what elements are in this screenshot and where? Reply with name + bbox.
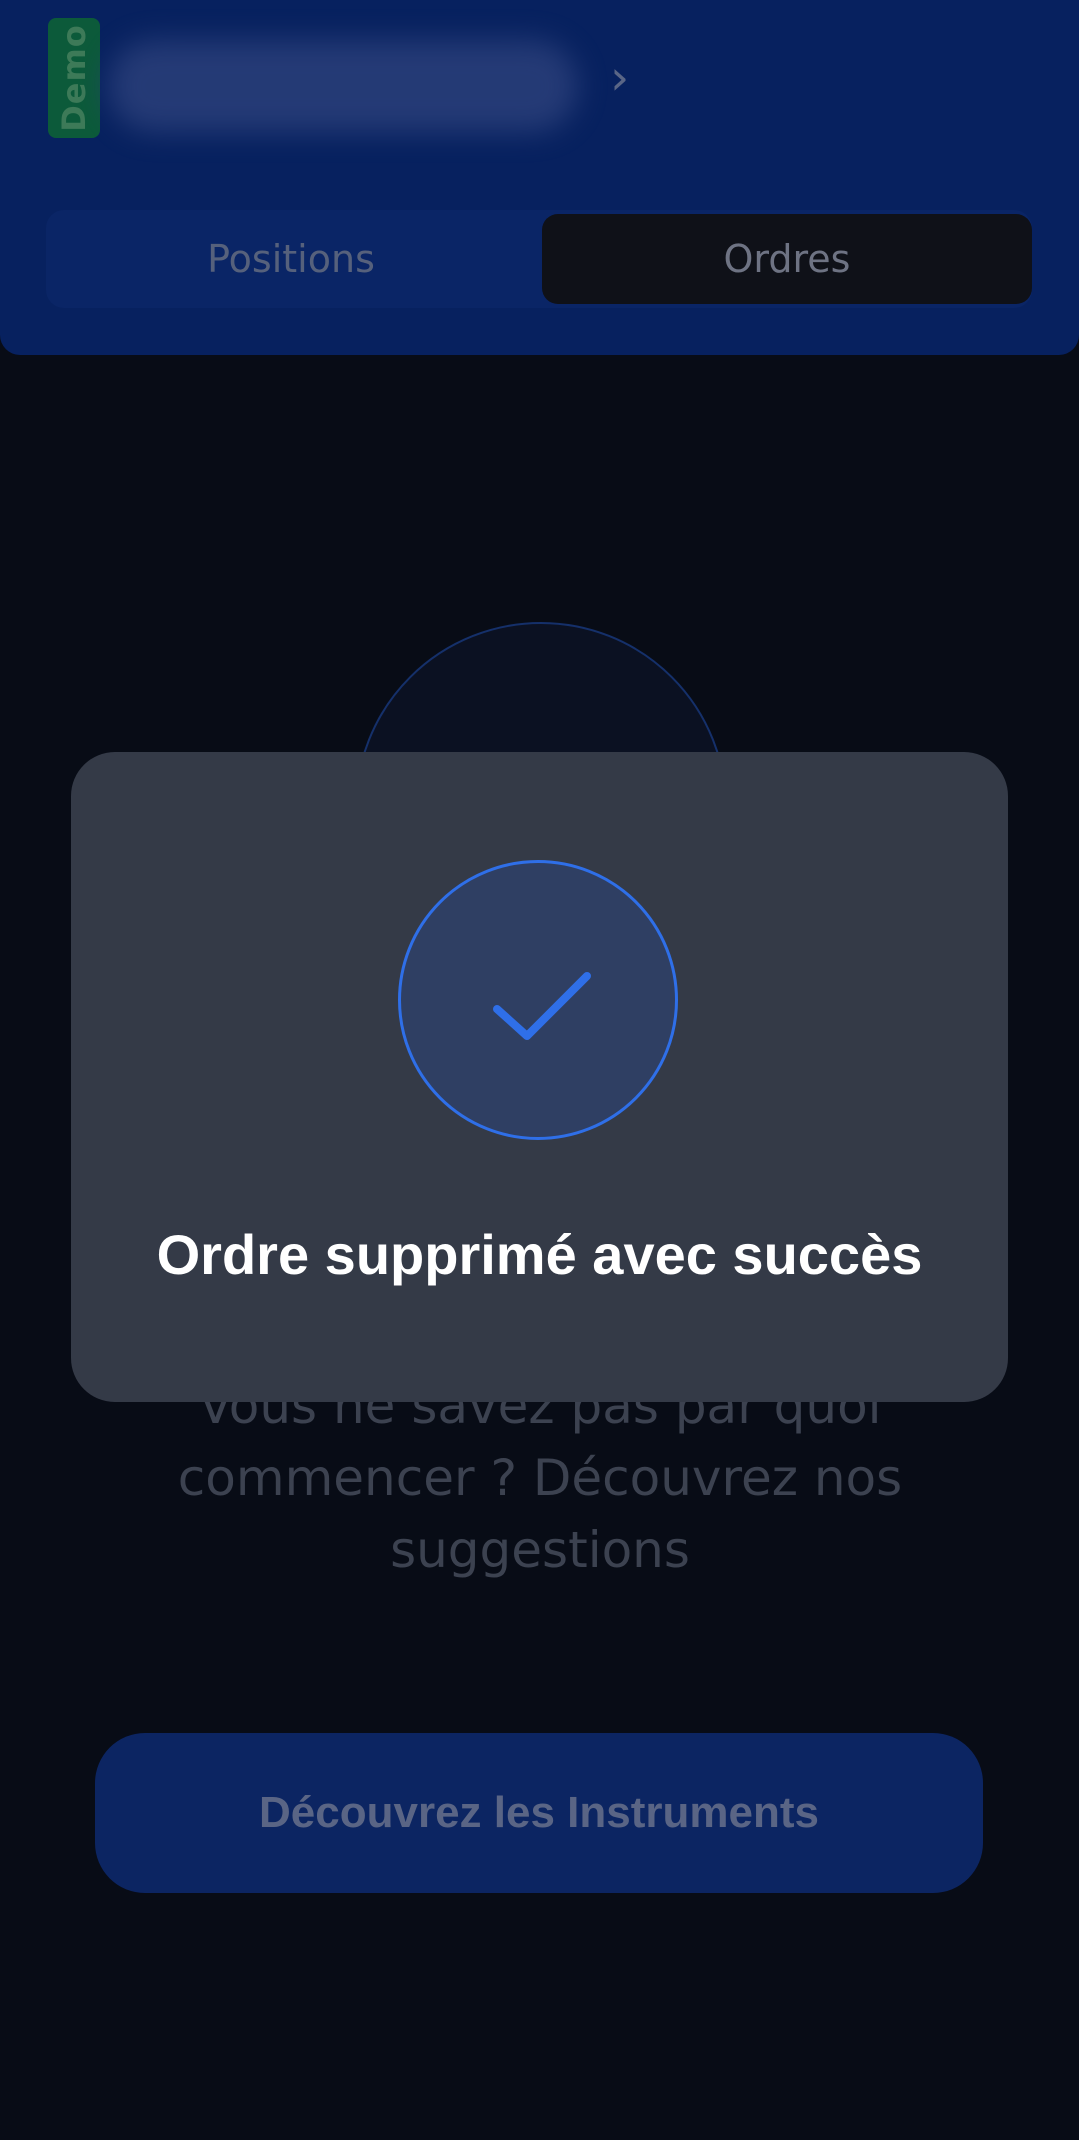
demo-badge: Demo xyxy=(48,18,100,138)
tab-positions[interactable]: Positions xyxy=(46,214,536,304)
demo-badge-label: Demo xyxy=(55,24,93,132)
discover-instruments-button[interactable]: Découvrez les Instruments xyxy=(95,1733,983,1893)
success-icon-circle xyxy=(398,860,678,1140)
success-toast: Ordre supprimé avec succès xyxy=(71,752,1008,1402)
toast-message: Ordre supprimé avec succès xyxy=(156,1223,923,1286)
check-icon xyxy=(493,972,591,1040)
empty-state-message: Vous ne savez pas par quoi commencer ? D… xyxy=(177,1377,903,1579)
tab-bar: Positions Ordres xyxy=(46,210,1032,308)
discover-instruments-label: Découvrez les Instruments xyxy=(259,1788,819,1837)
account-balance-blurred[interactable] xyxy=(108,40,578,132)
account-header: Demo › Positions Ordres xyxy=(0,0,1079,355)
orders-screen: Demo › Positions Ordres Vous ne savez pa… xyxy=(0,0,1079,2140)
tab-ordres-label: Ordres xyxy=(723,237,851,281)
chevron-right-icon[interactable]: › xyxy=(610,54,640,102)
tab-ordres[interactable]: Ordres xyxy=(542,214,1032,304)
tab-positions-label: Positions xyxy=(207,237,375,281)
